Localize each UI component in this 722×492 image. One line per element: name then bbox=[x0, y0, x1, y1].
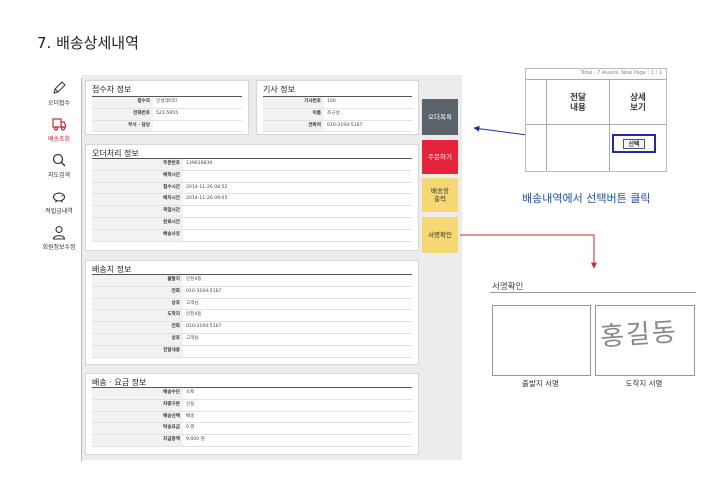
red-arrow bbox=[460, 234, 597, 269]
divider bbox=[490, 292, 696, 293]
column-header-delivery-content: 전달 내용 bbox=[570, 93, 586, 113]
inset-paging-text: Total : 7 Assets, Now Page : 1 / 1 bbox=[580, 70, 662, 76]
handwritten-signature: 홍길동 bbox=[599, 317, 679, 353]
destination-signature-box: 홍길동 bbox=[595, 305, 695, 376]
select-highlight-box: 선택 bbox=[612, 134, 656, 153]
select-button[interactable]: 선택 bbox=[623, 139, 645, 149]
divider bbox=[526, 124, 666, 125]
destination-signature-label: 도착지 서명 bbox=[625, 379, 663, 388]
divider bbox=[526, 79, 666, 80]
origin-signature-box bbox=[492, 305, 591, 376]
origin-signature-label: 출발지 서명 bbox=[522, 379, 559, 388]
list-zoom-inset: Total : 7 Assets, Now Page : 1 / 1 전달 내용… bbox=[525, 68, 667, 172]
signature-title: 서명확인 bbox=[492, 282, 524, 292]
instruction-caption: 배송내역에서 선택버튼 클릭 bbox=[522, 192, 651, 205]
column-header-detail-view: 상세 보기 bbox=[630, 93, 646, 113]
